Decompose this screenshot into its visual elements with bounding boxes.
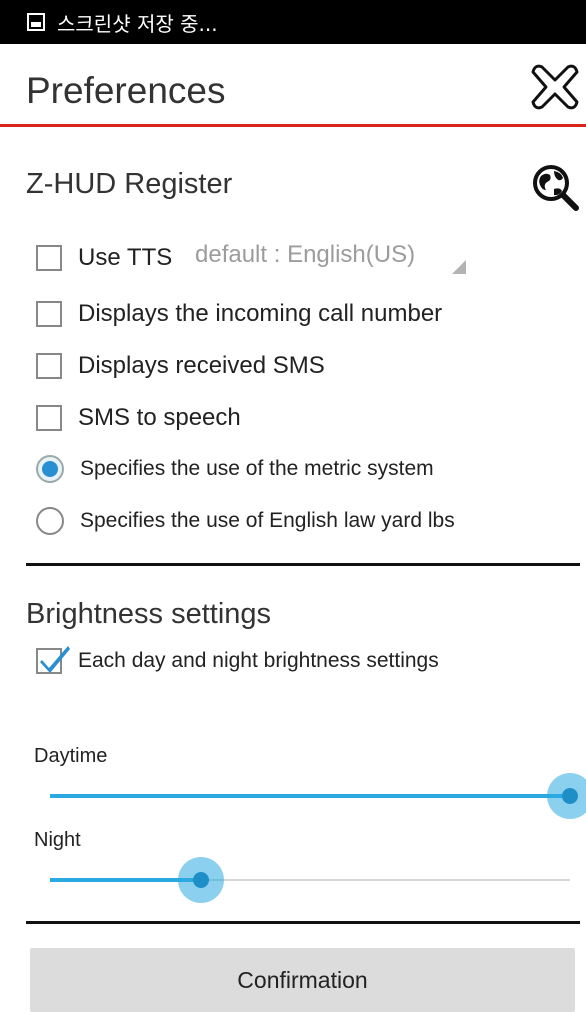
received-sms-checkbox[interactable]	[36, 353, 62, 379]
incoming-call-label: Displays the incoming call number	[78, 300, 443, 327]
sms-to-speech-label: SMS to speech	[78, 404, 241, 431]
close-button[interactable]	[530, 62, 580, 112]
register-section-title: Z-HUD Register	[26, 168, 233, 200]
page-title: Preferences	[26, 70, 226, 111]
status-bar: 스크린샷 저장 중...	[0, 0, 586, 44]
day-night-brightness-checkbox[interactable]	[36, 646, 70, 674]
bottom-divider	[26, 921, 580, 924]
tts-language-value: default : English(US)	[195, 241, 416, 268]
globe-search-icon	[533, 165, 579, 211]
received-sms-option[interactable]: Displays received SMS	[36, 352, 325, 380]
received-sms-label: Displays received SMS	[78, 352, 325, 379]
slider-thumb[interactable]	[562, 788, 578, 804]
screenshot-icon	[27, 13, 45, 31]
metric-system-label: Specifies the use of the metric system	[80, 457, 434, 480]
use-tts-label: Use TTS	[78, 244, 173, 271]
close-icon	[531, 64, 579, 110]
english-units-label: Specifies the use of English law yard lb…	[80, 509, 455, 532]
status-text: 스크린샷 저장 중...	[57, 11, 218, 36]
day-night-brightness-option[interactable]: Each day and night brightness settings	[36, 646, 439, 674]
section-divider	[26, 563, 580, 566]
sms-to-speech-checkbox[interactable]	[36, 405, 62, 431]
header-divider	[0, 124, 586, 127]
use-tts-checkbox[interactable]	[36, 245, 62, 271]
metric-system-radio[interactable]	[36, 455, 64, 483]
incoming-call-checkbox[interactable]	[36, 301, 62, 327]
sms-to-speech-option[interactable]: SMS to speech	[36, 404, 241, 432]
night-slider[interactable]	[50, 850, 570, 910]
incoming-call-option[interactable]: Displays the incoming call number	[36, 300, 442, 328]
spinner-arrow-icon	[452, 260, 466, 274]
english-units-radio[interactable]	[36, 507, 64, 535]
header: Preferences	[0, 44, 586, 126]
use-tts-option[interactable]: Use TTS	[36, 244, 172, 272]
tts-language-spinner[interactable]: default : English(US)	[186, 236, 466, 278]
slider-thumb[interactable]	[192, 872, 209, 888]
brightness-section-title: Brightness settings	[26, 598, 272, 630]
checkmark-icon	[40, 646, 70, 673]
daytime-label: Daytime	[34, 745, 108, 767]
slider-fill	[50, 794, 570, 798]
night-label: Night	[34, 829, 81, 851]
metric-system-option[interactable]: Specifies the use of the metric system	[36, 455, 434, 483]
daytime-slider[interactable]	[50, 766, 586, 826]
globe-search-button[interactable]	[530, 162, 580, 212]
confirmation-button[interactable]: Confirmation	[30, 948, 575, 1012]
english-units-option[interactable]: Specifies the use of English law yard lb…	[36, 507, 455, 535]
day-night-brightness-label: Each day and night brightness settings	[78, 649, 439, 672]
